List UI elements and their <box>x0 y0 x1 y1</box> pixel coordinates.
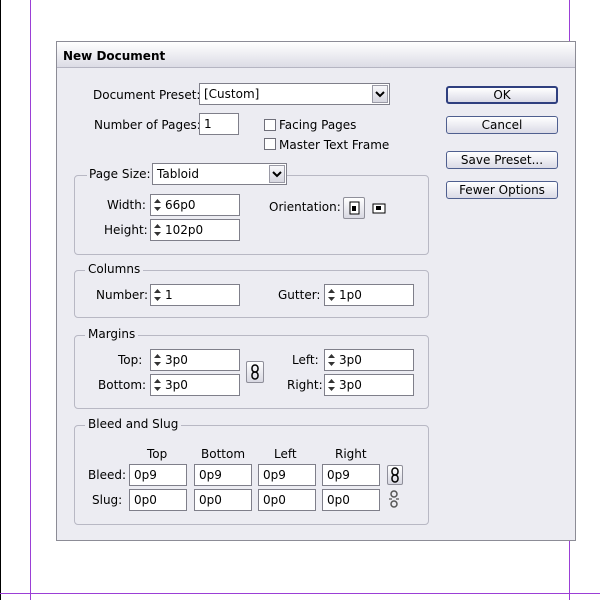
bleed-label: Bleed: <box>88 468 126 482</box>
width-label: Width: <box>107 198 146 212</box>
new-document-dialog: New Document Document Preset: [Custom] N… <box>56 41 576 541</box>
margin-right-label: Right: <box>287 378 323 392</box>
chain-link-icon[interactable] <box>387 465 403 485</box>
margin-left-value: 3p0 <box>339 353 362 367</box>
slug-label: Slug: <box>92 493 123 507</box>
bleed-header-right: Right <box>335 447 367 461</box>
columns-number-label: Number: <box>96 288 149 302</box>
document-preset-select[interactable]: [Custom] <box>199 83 390 105</box>
spinner-arrows-icon[interactable] <box>326 351 337 369</box>
page-size-label: Page Size: <box>87 167 153 181</box>
margin-guide-bottom <box>0 593 600 594</box>
page-size-value: Tabloid <box>157 167 199 181</box>
gutter-value: 1p0 <box>339 288 362 302</box>
width-value: 66p0 <box>165 198 196 212</box>
orientation-label: Orientation: <box>269 200 341 214</box>
margin-top-input[interactable]: 3p0 <box>150 349 240 371</box>
facing-pages-label: Facing Pages <box>279 118 357 132</box>
bleed-slug-legend: Bleed and Slug <box>85 417 182 431</box>
portrait-orientation-icon[interactable] <box>343 197 365 219</box>
broken-chain-link-icon[interactable] <box>387 490 403 510</box>
columns-number-value: 1 <box>165 288 173 302</box>
page-edge-line <box>0 0 1 600</box>
margin-right-input[interactable]: 3p0 <box>324 374 414 396</box>
spinner-arrows-icon[interactable] <box>152 221 163 239</box>
margin-bottom-value: 3p0 <box>165 378 188 392</box>
fewer-options-button[interactable]: Fewer Options <box>446 181 558 199</box>
spinner-arrows-icon[interactable] <box>152 376 163 394</box>
number-of-pages-label: Number of Pages: <box>94 118 201 132</box>
master-text-frame-checkbox[interactable] <box>264 138 276 150</box>
dialog-title: New Document <box>57 42 575 68</box>
spinner-arrows-icon[interactable] <box>152 196 163 214</box>
slug-right-input[interactable]: 0p0 <box>322 489 380 511</box>
bleed-header-top: Top <box>147 447 168 461</box>
margin-guide-left <box>30 0 31 600</box>
height-label: Height: <box>104 223 148 237</box>
spinner-arrows-icon[interactable] <box>152 286 163 304</box>
chain-link-icon[interactable] <box>246 361 264 383</box>
columns-legend: Columns <box>85 262 144 276</box>
document-preset-label: Document Preset: <box>93 88 201 102</box>
margins-legend: Margins <box>85 327 139 341</box>
chevron-down-icon[interactable] <box>269 165 285 183</box>
bleed-left-input[interactable]: 0p9 <box>258 464 316 486</box>
bleed-top-input[interactable]: 0p9 <box>129 464 187 486</box>
width-input[interactable]: 66p0 <box>150 194 240 216</box>
columns-number-input[interactable]: 1 <box>150 284 240 306</box>
facing-pages-checkbox[interactable] <box>264 119 276 131</box>
chevron-down-icon[interactable] <box>372 85 388 103</box>
bleed-header-left: Left <box>274 447 297 461</box>
landscape-orientation-icon[interactable] <box>369 198 389 218</box>
ok-button[interactable]: OK <box>446 86 558 104</box>
slug-left-input[interactable]: 0p0 <box>258 489 316 511</box>
bleed-header-bottom: Bottom <box>201 447 246 461</box>
spinner-arrows-icon[interactable] <box>152 351 163 369</box>
cancel-button[interactable]: Cancel <box>446 116 558 134</box>
margin-right-value: 3p0 <box>339 378 362 392</box>
gutter-label: Gutter: <box>278 288 321 302</box>
margin-bottom-input[interactable]: 3p0 <box>150 374 240 396</box>
save-preset-button[interactable]: Save Preset... <box>446 151 558 169</box>
height-input[interactable]: 102p0 <box>150 219 240 241</box>
number-of-pages-input[interactable]: 1 <box>199 113 239 135</box>
page-size-select[interactable]: Tabloid <box>152 163 287 185</box>
margin-top-value: 3p0 <box>165 353 188 367</box>
document-preset-value: [Custom] <box>204 87 260 101</box>
bleed-bottom-input[interactable]: 0p9 <box>194 464 252 486</box>
spinner-arrows-icon[interactable] <box>326 286 337 304</box>
gutter-input[interactable]: 1p0 <box>324 284 414 306</box>
master-text-frame-label: Master Text Frame <box>279 138 390 152</box>
spinner-arrows-icon[interactable] <box>326 376 337 394</box>
height-value: 102p0 <box>165 223 204 237</box>
margin-left-label: Left: <box>292 353 319 367</box>
margin-bottom-label: Bottom: <box>98 378 147 392</box>
margin-left-input[interactable]: 3p0 <box>324 349 414 371</box>
margin-top-label: Top: <box>118 353 143 367</box>
slug-top-input[interactable]: 0p0 <box>129 489 187 511</box>
slug-bottom-input[interactable]: 0p0 <box>194 489 252 511</box>
bleed-right-input[interactable]: 0p9 <box>322 464 380 486</box>
